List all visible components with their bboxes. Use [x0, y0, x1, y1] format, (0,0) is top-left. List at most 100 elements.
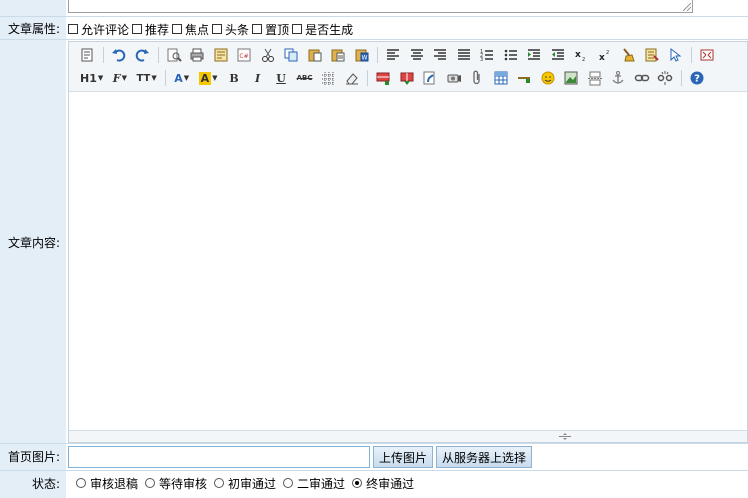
radio-first-review[interactable]: 初审通过	[214, 475, 276, 492]
insert-row-icon[interactable]	[373, 68, 393, 88]
template-icon[interactable]	[211, 45, 231, 65]
checkbox-box[interactable]	[172, 24, 183, 34]
radio-circle[interactable]	[76, 478, 86, 488]
radio-rejected[interactable]: 审核退稿	[76, 475, 138, 492]
checkbox-label: 是否生成	[305, 22, 354, 37]
anchor-icon[interactable]	[608, 68, 628, 88]
code-icon[interactable]: C#	[234, 45, 254, 65]
page-break-icon[interactable]	[585, 68, 605, 88]
summary-textarea[interactable]	[68, 0, 693, 13]
media-icon[interactable]	[444, 68, 464, 88]
toolbar-separator	[367, 70, 369, 86]
svg-text:x: x	[599, 53, 605, 63]
toolbar-separator	[377, 47, 378, 63]
checkbox-box[interactable]	[292, 24, 303, 34]
table-grid-icon[interactable]	[318, 68, 338, 88]
radio-label: 审核退稿	[90, 476, 139, 491]
align-left-icon[interactable]	[383, 45, 403, 65]
cursor-icon[interactable]	[665, 45, 685, 65]
source-icon[interactable]	[77, 45, 97, 65]
clear-format-icon[interactable]	[618, 45, 638, 65]
radio-circle[interactable]	[145, 478, 156, 488]
heading-dropdown[interactable]: H1 ▼	[77, 68, 106, 88]
unlink-icon[interactable]	[655, 68, 675, 88]
editor-resize-bar[interactable]	[69, 430, 747, 442]
checkbox-allow-comment[interactable]: 允许评论	[68, 21, 129, 38]
outdent-icon[interactable]	[548, 45, 568, 65]
align-justify-icon[interactable]	[454, 45, 474, 65]
checkbox-recommend[interactable]: 推荐	[132, 21, 169, 38]
toolbar-row-2: H1 ▼ F ▼ TT ▼ A ▼ A ▼ B I U ABC ?	[77, 67, 710, 89]
radio-second-review[interactable]: 二审通过	[283, 475, 345, 492]
table-icon[interactable]	[491, 68, 511, 88]
italic-button[interactable]: I	[248, 68, 268, 88]
radio-circle-selected[interactable]	[352, 478, 363, 488]
checkbox-box[interactable]	[252, 24, 263, 34]
select-from-server-button[interactable]: 从服务器上选择	[436, 446, 533, 468]
image-icon[interactable]	[561, 68, 581, 88]
status-radio-group: 审核退稿 等待审核 初审通过 二审通过 终审通过	[76, 475, 421, 491]
editor-content-area[interactable]	[69, 93, 747, 430]
flash-icon[interactable]	[420, 68, 440, 88]
checkbox-headline[interactable]: 头条	[212, 21, 249, 38]
checkbox-box[interactable]	[132, 24, 143, 34]
divider	[0, 39, 748, 40]
svg-text:C#: C#	[239, 53, 248, 60]
link-icon[interactable]	[632, 68, 652, 88]
font-label: F	[112, 71, 121, 85]
align-right-icon[interactable]	[430, 45, 450, 65]
checkbox-box[interactable]	[68, 24, 78, 34]
superscript-icon[interactable]: x2	[595, 45, 615, 65]
resize-grip-icon[interactable]	[683, 3, 691, 11]
highlight-dropdown[interactable]: A ▼	[196, 68, 221, 88]
print-icon[interactable]	[187, 45, 207, 65]
emoticon-icon[interactable]	[538, 68, 558, 88]
align-center-icon[interactable]	[407, 45, 427, 65]
horizontal-rule-icon[interactable]	[514, 68, 534, 88]
attributes-group: 允许评论 推荐 焦点 头条 置顶 是否生成	[68, 20, 356, 38]
checkbox-box[interactable]	[212, 24, 223, 34]
paste-icon[interactable]	[305, 45, 325, 65]
subscript-icon[interactable]: x2	[571, 45, 591, 65]
radio-pending[interactable]: 等待审核	[145, 475, 207, 492]
radio-label: 终审通过	[366, 476, 415, 491]
redo-icon[interactable]	[132, 45, 152, 65]
radio-circle[interactable]	[283, 478, 294, 488]
font-family-dropdown[interactable]: F ▼	[110, 68, 130, 88]
radio-circle[interactable]	[214, 478, 225, 488]
strikethrough-button[interactable]: ABC	[295, 68, 315, 88]
insert-column-icon[interactable]	[397, 68, 417, 88]
homepage-image-input[interactable]	[68, 446, 370, 468]
checkbox-pin-top[interactable]: 置顶	[252, 21, 289, 38]
upload-image-button[interactable]: 上传图片	[373, 446, 434, 468]
checkbox-label: 允许评论	[81, 22, 130, 37]
eraser-icon[interactable]	[342, 68, 362, 88]
resize-handle-icon[interactable]	[559, 433, 571, 440]
preview-icon[interactable]	[164, 45, 184, 65]
paste-text-icon[interactable]	[328, 45, 348, 65]
copy-icon[interactable]	[281, 45, 301, 65]
bold-button[interactable]: B	[224, 68, 244, 88]
font-size-dropdown[interactable]: TT ▼	[133, 68, 159, 88]
paste-word-icon[interactable]: W	[352, 45, 372, 65]
attachment-icon[interactable]	[467, 68, 487, 88]
checkbox-focus[interactable]: 焦点	[172, 21, 209, 38]
fullscreen-icon[interactable]	[697, 45, 717, 65]
indent-icon[interactable]	[524, 45, 544, 65]
underline-button[interactable]: U	[271, 68, 291, 88]
toolbar-separator	[102, 47, 104, 63]
unordered-list-icon[interactable]	[501, 45, 521, 65]
cut-icon[interactable]	[258, 45, 278, 65]
ordered-list-icon[interactable]: 123	[477, 45, 497, 65]
select-all-icon[interactable]	[642, 45, 662, 65]
undo-icon[interactable]	[109, 45, 129, 65]
divider	[0, 470, 748, 471]
checkbox-label: 推荐	[145, 22, 170, 37]
font-color-dropdown[interactable]: A ▼	[171, 68, 192, 88]
checkbox-generate[interactable]: 是否生成	[292, 21, 353, 38]
chevron-down-icon: ▼	[121, 74, 127, 82]
help-icon[interactable]: ?	[687, 68, 707, 88]
radio-final-review[interactable]: 终审通过	[352, 475, 414, 492]
strike-label: ABC	[296, 74, 313, 82]
chevron-down-icon: ▼	[212, 74, 218, 82]
